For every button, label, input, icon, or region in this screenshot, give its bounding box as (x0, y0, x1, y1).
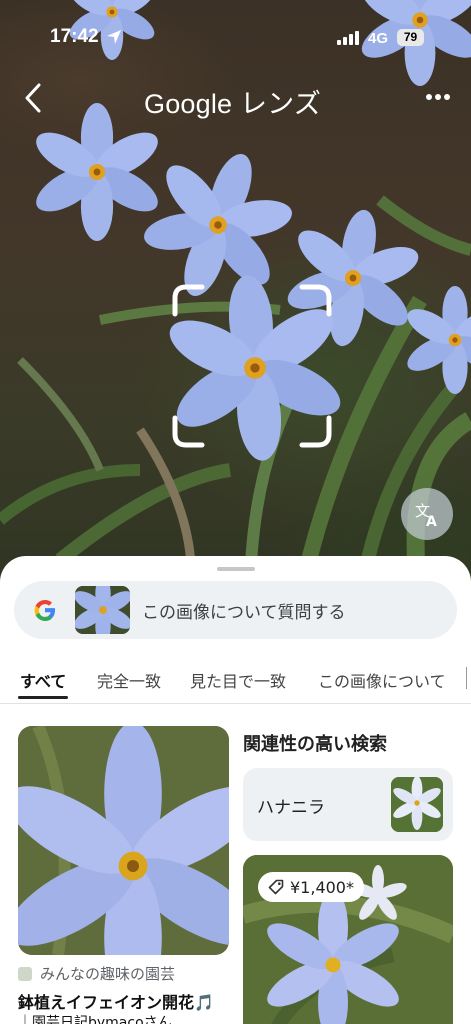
ask-bar[interactable]: この画像について質問する (14, 581, 457, 639)
related-searches-heading: 関連性の高い検索 (243, 734, 387, 755)
price-text: ¥1,400* (290, 877, 354, 897)
related-search-item[interactable]: ハナニラ (243, 768, 453, 841)
results-sheet[interactable]: この画像について質問する すべて 完全一致 見た目で一致 この画像について みん… (0, 556, 471, 1024)
status-time: 17:42 (50, 26, 99, 47)
result-source[interactable]: みんなの趣味の園芸 (18, 962, 233, 984)
focus-frame-icon[interactable] (172, 284, 332, 448)
drag-handle[interactable] (217, 567, 255, 571)
tab-visual-match[interactable]: 見た目で一致 (190, 668, 286, 692)
battery-icon: 79 (397, 29, 424, 46)
ask-input[interactable]: この画像について質問する (142, 598, 346, 623)
result-title[interactable]: 鉢植えイフェイオン開花🎵 (18, 989, 238, 1013)
source-name: みんなの趣味の園芸 (40, 965, 176, 983)
tab-all[interactable]: すべて (20, 668, 66, 692)
network-type: 4G (368, 30, 389, 47)
translate-button[interactable]: 文 A (401, 488, 453, 540)
back-chevron-icon[interactable] (22, 82, 44, 114)
location-arrow-icon (107, 30, 121, 44)
page-title: Google レンズ (144, 89, 322, 119)
related-search-label: ハナニラ (257, 798, 325, 818)
query-image-thumbnail (75, 586, 130, 634)
tab-active-indicator (18, 696, 68, 699)
tab-exact-match[interactable]: 完全一致 (97, 668, 161, 692)
signal-icon (337, 31, 359, 45)
result-image[interactable] (18, 726, 229, 955)
svg-text:A: A (426, 514, 437, 530)
shopping-result-image[interactable]: ¥1,400* (243, 855, 453, 1024)
translate-icon: 文 A (415, 502, 437, 530)
tab-about-image[interactable]: この画像について (318, 668, 446, 692)
results-tabs: すべて 完全一致 見た目で一致 この画像について (0, 659, 471, 704)
result-title-line2[interactable]: ｜園芸日記bymacoさん… (18, 1012, 238, 1024)
site-favicon-icon (18, 967, 32, 981)
price-tag-icon (268, 879, 284, 895)
related-search-thumbnail (391, 777, 443, 832)
more-dots-icon[interactable] (425, 93, 451, 101)
price-badge: ¥1,400* (258, 872, 364, 902)
tab-divider (466, 667, 467, 689)
google-g-icon (34, 600, 55, 621)
